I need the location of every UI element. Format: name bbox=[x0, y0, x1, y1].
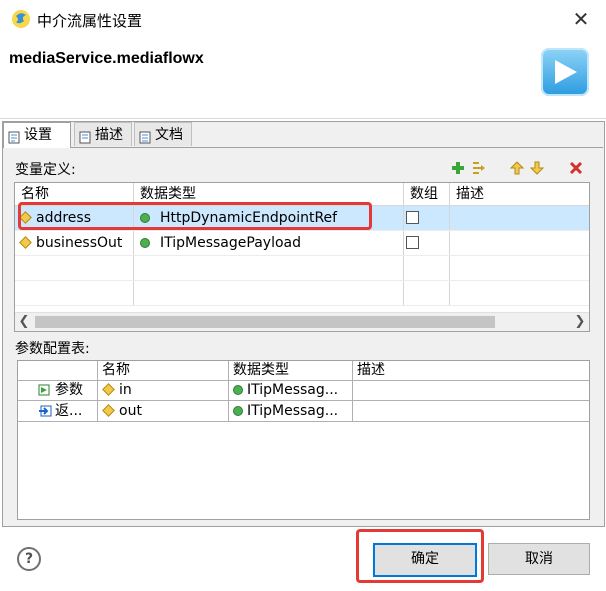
variable-diamond-icon bbox=[19, 211, 32, 224]
app-logo-icon bbox=[11, 9, 31, 29]
variable-type: HttpDynamicEndpointRef bbox=[160, 210, 338, 226]
move-up-icon bbox=[509, 161, 525, 175]
column-header-type[interactable]: 数据类型 bbox=[229, 361, 353, 380]
document-page-icon bbox=[139, 128, 152, 144]
variable-name-cell[interactable]: address bbox=[15, 206, 134, 230]
params-section-label: 参数配置表: bbox=[15, 341, 90, 357]
type-dot-icon bbox=[140, 237, 150, 248]
move-down-button[interactable] bbox=[529, 160, 545, 176]
tab-settings-label: 设置 bbox=[24, 127, 52, 143]
param-name: out bbox=[119, 403, 142, 419]
variable-name-cell[interactable]: businessOut bbox=[15, 231, 134, 255]
tab-description-label: 描述 bbox=[95, 127, 123, 143]
param-type: ITipMessag... bbox=[247, 403, 339, 419]
play-logo-icon bbox=[541, 48, 589, 96]
tab-document-label: 文档 bbox=[155, 127, 183, 143]
window-title: 中介流属性设置 bbox=[37, 12, 143, 30]
empty-row bbox=[15, 281, 589, 306]
add-icon bbox=[452, 162, 464, 174]
insert-icon bbox=[473, 162, 485, 174]
cancel-button[interactable]: 取消 bbox=[488, 543, 590, 575]
empty-cell bbox=[15, 281, 134, 305]
dialog-header: mediaService.mediaflowx bbox=[0, 38, 606, 120]
ok-button[interactable]: 确定 bbox=[373, 543, 477, 577]
insert-button[interactable] bbox=[471, 160, 487, 176]
param-kind-cell: 参数 bbox=[18, 380, 98, 400]
param-name: in bbox=[119, 382, 132, 398]
empty-row bbox=[15, 256, 589, 281]
param-name-cell[interactable]: out bbox=[98, 401, 229, 421]
type-dot-icon bbox=[140, 212, 150, 223]
delete-icon bbox=[569, 161, 583, 175]
variable-description-cell[interactable] bbox=[450, 206, 589, 230]
column-header-name[interactable]: 名称 bbox=[98, 361, 229, 380]
scrollbar-thumb[interactable] bbox=[35, 316, 495, 328]
param-type: ITipMessag... bbox=[247, 382, 339, 398]
param-kind-cell: 返... bbox=[18, 401, 98, 421]
variable-diamond-icon bbox=[19, 236, 32, 249]
param-description-cell[interactable] bbox=[353, 380, 589, 400]
description-page-icon bbox=[79, 128, 92, 144]
delete-button[interactable] bbox=[568, 160, 584, 176]
params-table: 名称 数据类型 描述 参数 in ITipMessag... 返... out … bbox=[17, 360, 590, 520]
variable-name: businessOut bbox=[36, 235, 123, 251]
column-header-description[interactable]: 描述 bbox=[353, 361, 589, 380]
move-down-icon bbox=[529, 161, 545, 175]
variables-section-label: 变量定义: bbox=[15, 162, 76, 178]
column-header-description[interactable]: 描述 bbox=[450, 183, 589, 205]
scroll-left-icon[interactable]: ❮ bbox=[15, 313, 33, 331]
close-button[interactable]: ✕ bbox=[568, 6, 594, 32]
param-type-cell[interactable]: ITipMessag... bbox=[229, 401, 353, 421]
header-title: mediaService.mediaflowx bbox=[9, 50, 204, 67]
variable-name: address bbox=[36, 210, 92, 226]
param-diamond-icon bbox=[102, 383, 115, 396]
array-checkbox[interactable] bbox=[406, 236, 419, 249]
param-type-cell[interactable]: ITipMessag... bbox=[229, 380, 353, 400]
table-row[interactable]: 返... out ITipMessag... bbox=[18, 401, 589, 422]
table-row[interactable]: businessOut ITipMessagePayload bbox=[15, 231, 589, 256]
tab-document[interactable]: 文档 bbox=[134, 122, 192, 146]
table-row[interactable]: 参数 in ITipMessag... bbox=[18, 380, 589, 401]
variable-array-cell bbox=[404, 206, 450, 230]
title-bar: 中介流属性设置 ✕ bbox=[0, 0, 606, 38]
column-header-name[interactable]: 名称 bbox=[15, 183, 134, 205]
variable-array-cell bbox=[404, 231, 450, 255]
column-header-array[interactable]: 数组 bbox=[404, 183, 450, 205]
variable-type-cell[interactable]: HttpDynamicEndpointRef bbox=[134, 206, 404, 230]
empty-cell bbox=[404, 281, 450, 305]
variable-type: ITipMessagePayload bbox=[160, 235, 301, 251]
type-dot-icon bbox=[233, 405, 243, 416]
horizontal-scrollbar[interactable]: ❮ ❯ bbox=[15, 312, 589, 331]
variable-type-cell[interactable]: ITipMessagePayload bbox=[134, 231, 404, 255]
scroll-right-icon[interactable]: ❯ bbox=[571, 313, 589, 331]
param-kind: 返... bbox=[55, 403, 83, 419]
column-header-kind bbox=[18, 361, 98, 380]
param-description-cell[interactable] bbox=[353, 401, 589, 421]
header-divider bbox=[0, 118, 606, 119]
add-button[interactable] bbox=[450, 160, 466, 176]
empty-cell bbox=[15, 256, 134, 280]
type-dot-icon bbox=[233, 384, 243, 395]
param-diamond-icon bbox=[102, 404, 115, 417]
column-header-type[interactable]: 数据类型 bbox=[134, 183, 404, 205]
return-param-icon bbox=[39, 405, 52, 417]
array-checkbox[interactable] bbox=[406, 211, 419, 224]
param-kind: 参数 bbox=[55, 382, 83, 398]
empty-cell bbox=[404, 256, 450, 280]
input-param-icon bbox=[38, 384, 50, 396]
tab-description[interactable]: 描述 bbox=[74, 122, 132, 146]
help-button[interactable]: ? bbox=[17, 547, 41, 571]
variable-description-cell[interactable] bbox=[450, 231, 589, 255]
param-name-cell[interactable]: in bbox=[98, 380, 229, 400]
variables-table: 名称 数据类型 数组 描述 address HttpDynamicEndpoin… bbox=[14, 182, 590, 332]
tab-settings[interactable]: 设置 bbox=[3, 122, 71, 148]
empty-cell bbox=[134, 281, 404, 305]
variables-table-header: 名称 数据类型 数组 描述 bbox=[15, 183, 589, 206]
settings-page-icon bbox=[8, 128, 21, 144]
params-table-header: 名称 数据类型 描述 bbox=[18, 361, 589, 381]
table-row[interactable]: address HttpDynamicEndpointRef bbox=[15, 206, 589, 231]
empty-cell bbox=[134, 256, 404, 280]
move-up-button[interactable] bbox=[509, 160, 525, 176]
